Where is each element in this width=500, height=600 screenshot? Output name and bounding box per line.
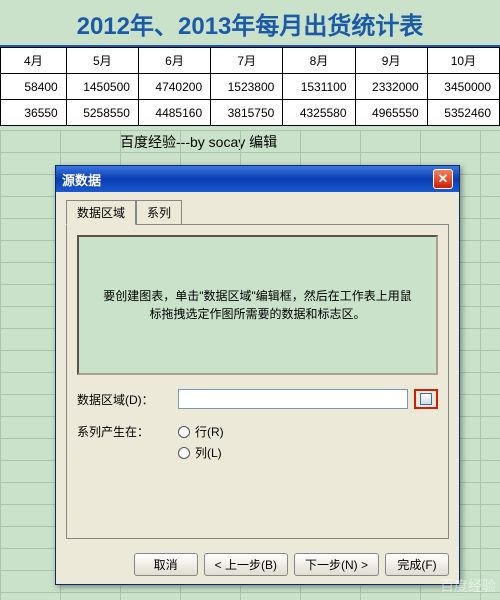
range-picker-button[interactable] xyxy=(414,389,438,409)
dialog-buttons: 取消 < 上一步(B) 下一步(N) > 完成(F) xyxy=(56,545,459,584)
col-header[interactable]: 8月 xyxy=(283,48,355,74)
radio-cols-label: 列(L) xyxy=(195,444,222,461)
series-in-label: 系列产生在： xyxy=(77,423,172,440)
table-cell[interactable]: 3815750 xyxy=(211,100,283,126)
radio-rows[interactable]: 行(R) xyxy=(178,423,224,440)
preview-message: 要创建图表，单击"数据区域"编辑框，然后在工作表上用鼠标拖拽选定作图所需要的数据… xyxy=(79,287,436,323)
tab-data-range[interactable]: 数据区域 xyxy=(66,200,136,225)
tab-series[interactable]: 系列 xyxy=(136,200,182,224)
finish-button[interactable]: 完成(F) xyxy=(385,553,449,576)
col-header[interactable]: 7月 xyxy=(211,48,283,74)
table-cell[interactable]: 3450000 xyxy=(427,74,499,100)
dialog-titlebar[interactable]: 源数据 ✕ xyxy=(56,166,459,192)
table-cell[interactable]: 1531100 xyxy=(283,74,355,100)
col-header[interactable]: 6月 xyxy=(138,48,210,74)
watermark: 百度经验 xyxy=(440,576,496,596)
source-data-dialog: 源数据 ✕ 数据区域 系列 要创建图表，单击"数据区域"编辑框，然后在工作表上用… xyxy=(55,165,460,585)
close-button[interactable]: ✕ xyxy=(433,169,453,189)
data-range-input[interactable] xyxy=(178,389,408,409)
table-cell[interactable]: 5258550 xyxy=(66,100,138,126)
spreadsheet-icon xyxy=(420,393,432,405)
close-icon: ✕ xyxy=(438,171,449,187)
table-cell[interactable]: 36550 xyxy=(1,100,67,126)
data-range-label: 数据区域(D)： xyxy=(77,391,172,408)
next-button[interactable]: 下一步(N) > xyxy=(294,553,379,576)
radio-rows-label: 行(R) xyxy=(195,423,224,440)
data-table: 4月 5月 6月 7月 8月 9月 10月 58400 1450500 4740… xyxy=(0,47,500,126)
series-orientation-group: 行(R) 列(L) xyxy=(178,423,224,461)
table-cell[interactable]: 5352460 xyxy=(427,100,499,126)
col-header[interactable]: 9月 xyxy=(355,48,427,74)
tab-strip: 数据区域 系列 xyxy=(56,192,459,224)
radio-icon xyxy=(178,426,190,438)
table-cell[interactable]: 1450500 xyxy=(66,74,138,100)
tab-panel: 要创建图表，单击"数据区域"编辑框，然后在工作表上用鼠标拖拽选定作图所需要的数据… xyxy=(66,224,449,539)
cancel-button[interactable]: 取消 xyxy=(134,553,198,576)
dialog-title: 源数据 xyxy=(62,170,433,189)
page-title: 2012年、2013年每月出货统计表 xyxy=(0,0,500,47)
col-header[interactable]: 4月 xyxy=(1,48,67,74)
table-cell[interactable]: 4965550 xyxy=(355,100,427,126)
col-header[interactable]: 10月 xyxy=(427,48,499,74)
radio-icon xyxy=(178,447,190,459)
table-cell[interactable]: 1523800 xyxy=(211,74,283,100)
table-cell[interactable]: 58400 xyxy=(1,74,67,100)
table-cell[interactable]: 4485160 xyxy=(138,100,210,126)
chart-preview: 要创建图表，单击"数据区域"编辑框，然后在工作表上用鼠标拖拽选定作图所需要的数据… xyxy=(77,235,438,375)
col-header[interactable]: 5月 xyxy=(66,48,138,74)
table-cell[interactable]: 2332000 xyxy=(355,74,427,100)
radio-cols[interactable]: 列(L) xyxy=(178,444,224,461)
back-button[interactable]: < 上一步(B) xyxy=(204,553,288,576)
table-cell[interactable]: 4740200 xyxy=(138,74,210,100)
table-cell[interactable]: 4325580 xyxy=(283,100,355,126)
